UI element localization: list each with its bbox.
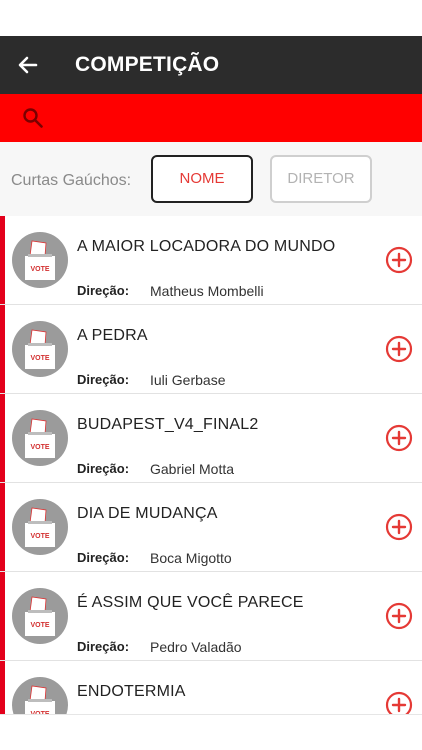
avatar-text: VOTE: [30, 533, 49, 540]
ballot-box-icon: VOTE: [12, 677, 68, 714]
ballot-box-icon: VOTE: [12, 410, 68, 466]
ballot-box-icon: VOTE: [12, 588, 68, 644]
director-name: Boca Migotto: [150, 550, 232, 566]
list-item[interactable]: VOTE DIA DE MUDANÇA Direção: Boca Migott…: [0, 483, 422, 572]
item-accent-bar: [0, 483, 5, 571]
film-title: A PEDRA: [77, 327, 148, 344]
list-item[interactable]: VOTE ENDOTERMIA Direção:: [0, 661, 422, 714]
search-input[interactable]: [56, 104, 410, 134]
arrow-left-icon: [18, 56, 38, 74]
director-name: Iuli Gerbase: [150, 372, 226, 388]
filter-nome-button[interactable]: NOME: [151, 155, 253, 203]
search-icon[interactable]: [22, 107, 44, 129]
filter-label: Curtas Gaúchos:: [11, 172, 132, 189]
director-label: Direção:: [77, 639, 130, 654]
avatar-text: VOTE: [30, 444, 49, 451]
avatar-text: VOTE: [30, 266, 49, 273]
bottom-area: [0, 714, 422, 750]
director-label: Direção:: [77, 283, 130, 298]
filter-diretor-button[interactable]: DIRETOR: [270, 155, 372, 203]
item-accent-bar: [0, 394, 5, 482]
avatar-text: VOTE: [30, 355, 49, 362]
page-title: COMPETIÇÃO: [75, 53, 220, 76]
film-title: BUDAPEST_V4_FINAL2: [77, 416, 259, 433]
item-accent-bar: [0, 572, 5, 660]
item-accent-bar: [0, 305, 5, 393]
director-name: Matheus Mombelli: [150, 283, 264, 299]
list-item[interactable]: VOTE A MAIOR LOCADORA DO MUNDO Direção: …: [0, 216, 422, 305]
item-accent-bar: [0, 216, 5, 304]
avatar-text: VOTE: [30, 622, 49, 629]
plus-circle-icon[interactable]: [385, 513, 413, 541]
film-list: VOTE A MAIOR LOCADORA DO MUNDO Direção: …: [0, 216, 422, 714]
ballot-box-icon: VOTE: [12, 321, 68, 377]
app-bar: COMPETIÇÃO: [0, 36, 422, 94]
director-label: Direção:: [77, 461, 130, 476]
plus-circle-icon[interactable]: [385, 246, 413, 274]
plus-circle-icon[interactable]: [385, 691, 413, 714]
director-label: Direção:: [77, 550, 130, 565]
film-title: É ASSIM QUE VOCÊ PARECE: [77, 594, 304, 611]
director-name: Pedro Valadão: [150, 639, 242, 655]
list-item[interactable]: VOTE É ASSIM QUE VOCÊ PARECE Direção: Pe…: [0, 572, 422, 661]
list-item[interactable]: VOTE BUDAPEST_V4_FINAL2 Direção: Gabriel…: [0, 394, 422, 483]
back-button[interactable]: [14, 51, 42, 79]
status-bar-area: [0, 0, 422, 36]
director-label: Direção:: [77, 372, 130, 387]
search-bar: [0, 94, 422, 142]
plus-circle-icon[interactable]: [385, 424, 413, 452]
film-title: ENDOTERMIA: [77, 683, 186, 700]
film-title: DIA DE MUDANÇA: [77, 505, 218, 522]
ballot-box-icon: VOTE: [12, 232, 68, 288]
main-content: Curtas Gaúchos: NOME DIRETOR VOTE A MAIO…: [0, 142, 422, 714]
list-item[interactable]: VOTE A PEDRA Direção: Iuli Gerbase: [0, 305, 422, 394]
item-accent-bar: [0, 661, 5, 714]
ballot-box-icon: VOTE: [12, 499, 68, 555]
film-title: A MAIOR LOCADORA DO MUNDO: [77, 238, 336, 255]
director-name: Gabriel Motta: [150, 461, 235, 477]
plus-circle-icon[interactable]: [385, 335, 413, 363]
plus-circle-icon[interactable]: [385, 602, 413, 630]
